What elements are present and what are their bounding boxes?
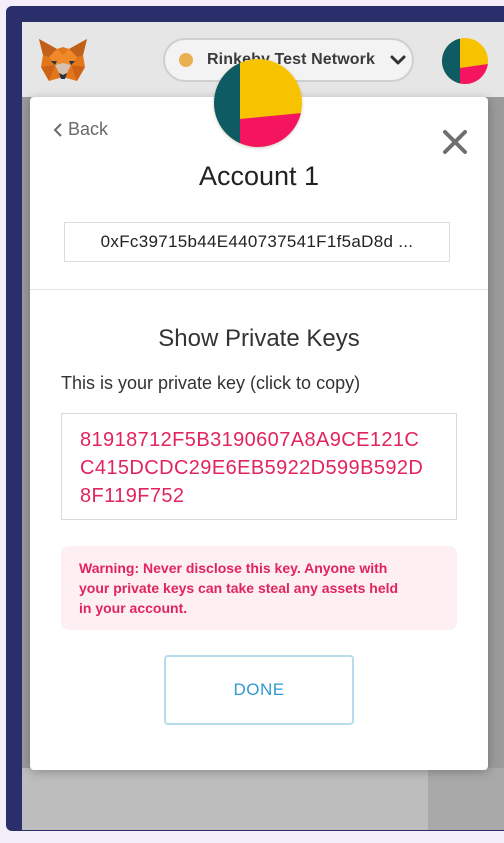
account-identicon-icon bbox=[214, 59, 302, 147]
chevron-left-icon bbox=[52, 122, 64, 138]
warning-banner: Warning: Never disclose this key. Anyone… bbox=[61, 546, 457, 630]
private-key-box[interactable]: 81918712F5B3190607A8A9CE121C C415DCDC29E… bbox=[61, 413, 457, 520]
chevron-down-icon bbox=[389, 51, 407, 69]
export-private-key-modal: Back Account 1 0xFc39715b44E440737541F1f… bbox=[30, 59, 488, 770]
private-key-line: C415DCDC29E6EB5922D599B592D bbox=[80, 457, 424, 479]
warning-line: in your account. bbox=[79, 600, 188, 616]
close-icon[interactable] bbox=[440, 127, 470, 157]
app-lower-column bbox=[428, 768, 504, 830]
warning-line: your private keys can take steal any ass… bbox=[79, 580, 399, 596]
account-name: Account 1 bbox=[198, 161, 320, 191]
divider bbox=[30, 289, 488, 290]
done-button[interactable]: DONE bbox=[164, 655, 354, 725]
private-key-line: 81918712F5B3190607A8A9CE121C bbox=[80, 429, 420, 451]
private-key-hint: This is your private key (click to copy) bbox=[61, 373, 361, 393]
private-key-line: 8F119F752 bbox=[80, 485, 185, 507]
app-lower-area bbox=[22, 768, 504, 830]
section-title: Show Private Keys bbox=[158, 325, 360, 352]
metamask-fox-icon[interactable] bbox=[37, 37, 89, 83]
account-address[interactable]: 0xFc39715b44E440737541F1f5aD8d ... bbox=[64, 222, 450, 262]
account-avatar-icon[interactable] bbox=[442, 38, 488, 84]
network-status-dot bbox=[179, 53, 193, 67]
back-label: Back bbox=[68, 119, 109, 139]
warning-line: Warning: Never disclose this key. Anyone… bbox=[79, 560, 388, 576]
back-button[interactable]: Back bbox=[52, 119, 108, 140]
